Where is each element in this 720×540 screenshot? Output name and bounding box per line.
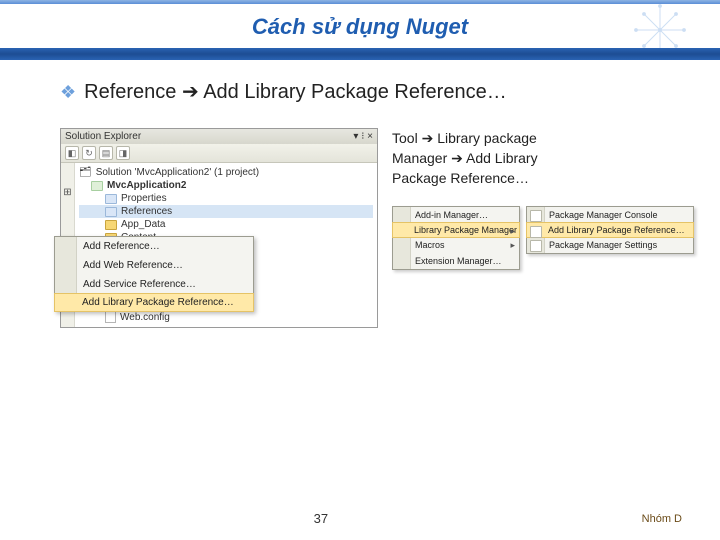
arrow-icon: ➔: [182, 81, 199, 103]
tools-menu-item[interactable]: Add-in Manager…: [393, 207, 519, 223]
file-icon: [105, 311, 116, 323]
bullet-after: Add Library Package Reference…: [199, 81, 507, 103]
solution-explorer-title: Solution Explorer: [65, 131, 141, 142]
title-divider-bar: [0, 48, 720, 60]
tree-node-label: Web.config: [120, 312, 170, 323]
pkg-submenu-item[interactable]: Package Manager Settings: [527, 237, 693, 253]
bullet-text: Reference ➔ Add Library Package Referenc…: [84, 78, 507, 106]
main-bullet: ❖ Reference ➔ Add Library Package Refere…: [60, 78, 676, 106]
toolbar-icon[interactable]: ◧: [65, 146, 79, 160]
bullet-before: Reference: [84, 81, 182, 103]
pkg-submenu-item[interactable]: Package Manager Console: [527, 207, 693, 223]
hint-line: Package Reference…: [392, 168, 694, 188]
context-menu-item[interactable]: Add Web Reference…: [55, 256, 253, 275]
toolbar-icon[interactable]: ▤: [99, 146, 113, 160]
tree-node-row[interactable]: References: [79, 205, 373, 218]
tree-node-label: Properties: [121, 193, 167, 204]
submenu-chevron-icon: ▸: [510, 240, 515, 251]
pkg-submenu-item[interactable]: Add Library Package Reference…: [526, 222, 694, 238]
tree-node-label: References: [121, 206, 172, 217]
context-menu-item[interactable]: Add Service Reference…: [55, 275, 253, 294]
tree-project-row[interactable]: MvcApplication2: [79, 179, 373, 192]
group-label: Nhóm D: [642, 513, 682, 525]
project-icon: [91, 181, 103, 191]
tools-menu-item[interactable]: Extension Manager…: [393, 253, 519, 269]
hint-line: Tool ➔ Library package: [392, 128, 694, 148]
submenu-chevron-icon: ▸: [510, 226, 515, 237]
references-context-menu[interactable]: Add Reference…Add Web Reference…Add Serv…: [54, 236, 254, 312]
context-menu-item[interactable]: Add Library Package Reference…: [54, 293, 254, 312]
folder-icon: [105, 207, 117, 217]
context-menu-item[interactable]: Add Reference…: [55, 237, 253, 256]
toolbar-icon[interactable]: ↻: [82, 146, 96, 160]
page-number: 37: [314, 511, 328, 526]
hint-line: Manager ➔ Add Library: [392, 148, 694, 168]
tools-menu-item[interactable]: Library Package Manager▸: [392, 222, 520, 238]
tree-node-label: App_Data: [121, 219, 165, 230]
solution-icon: 🗂: [79, 167, 92, 178]
menu-item-icon: [530, 240, 542, 252]
solution-label: Solution 'MvcApplication2' (1 project): [96, 167, 259, 178]
tools-menu-item[interactable]: Macros▸: [393, 237, 519, 253]
tree-node-row[interactable]: Properties: [79, 192, 373, 205]
tree-solution-row[interactable]: 🗂 Solution 'MvcApplication2' (1 project): [79, 166, 373, 179]
solution-explorer-toolbar: ◧ ↻ ▤ ◨: [61, 144, 377, 163]
title-area: Cách sử dụng Nuget: [0, 4, 720, 46]
slide-footer: 37 Nhóm D: [0, 511, 720, 526]
folder-icon: [105, 194, 117, 204]
hint-text: Tool ➔ Library package Manager ➔ Add Lib…: [392, 128, 694, 188]
package-manager-submenu[interactable]: Package Manager ConsoleAdd Library Packa…: [526, 206, 694, 254]
tree-node-row[interactable]: Web.config: [79, 310, 373, 324]
menu-item-icon: [530, 210, 542, 222]
tools-menu[interactable]: Add-in Manager…Library Package Manager▸M…: [392, 206, 520, 270]
diamond-bullet-icon: ❖: [60, 78, 76, 106]
folder-icon: [105, 220, 117, 230]
project-label: MvcApplication2: [107, 180, 186, 191]
toolbar-icon[interactable]: ◨: [116, 146, 130, 160]
slide-title: Cách sử dụng Nuget: [0, 14, 720, 40]
solution-explorer-titlebar: Solution Explorer ▾ ⁝ ×: [61, 129, 377, 144]
panel-controls-icon[interactable]: ▾ ⁝ ×: [353, 131, 373, 142]
tree-node-row[interactable]: App_Data: [79, 218, 373, 231]
